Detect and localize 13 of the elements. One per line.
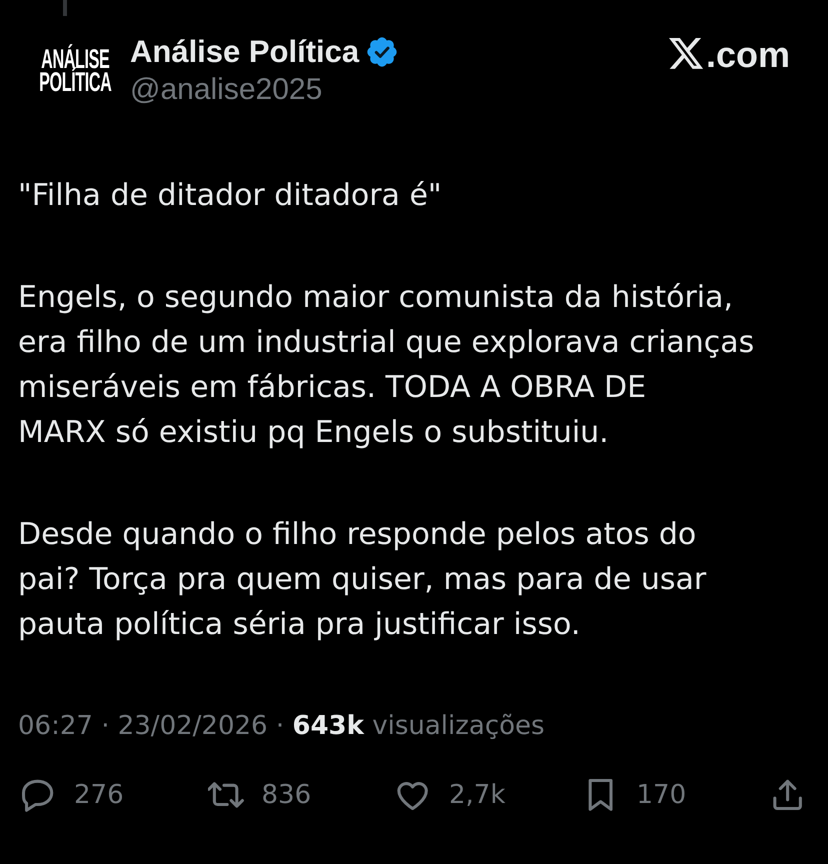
- like-count: 2,7k: [449, 779, 506, 812]
- x-logo-icon: [666, 38, 705, 72]
- author-handle[interactable]: @analise2025: [130, 71, 322, 109]
- post-paragraph: Engels, o segundo maior comunista da história, era filho de um industrial que explorava crianças miseráveis em fábricas. TODA A OBRA DE MARX só existiu pq Engels o substituiu.: [18, 279, 754, 452]
- speech-bubble-icon[interactable]: [20, 777, 56, 813]
- post-paragraph: Desde quando o filho responde pelos atos do pai? Torça pra quem quiser, mas para de usar pauta política séria pra justificar isso.: [18, 516, 706, 644]
- post-metadata: 06:27 · 23/02/2026 · 643k visualizações: [18, 710, 546, 743]
- reply-count: 276: [74, 779, 124, 812]
- repost-count: 836: [262, 779, 312, 812]
- bookmark-count: 170: [636, 779, 686, 812]
- post-paragraph: "Filha de ditador ditadora é": [18, 177, 442, 215]
- author-name[interactable]: Análise Política: [130, 33, 360, 71]
- site-domain: .com: [706, 35, 790, 75]
